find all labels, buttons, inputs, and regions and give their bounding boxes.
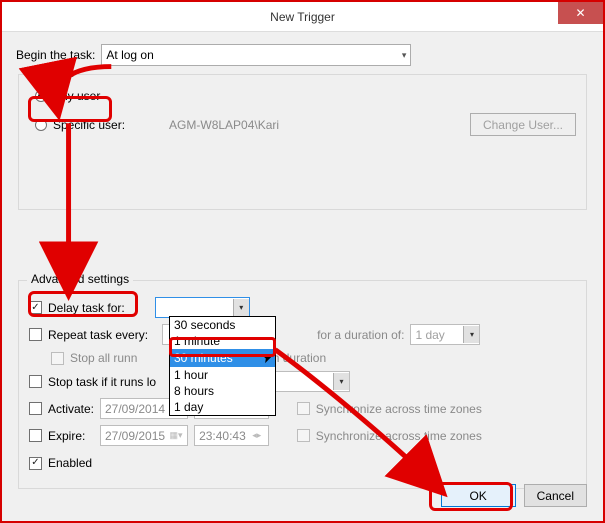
list-item[interactable]: 30 seconds — [170, 317, 275, 333]
delay-task-checkbox[interactable] — [29, 301, 42, 314]
chevron-down-icon: ▾ — [463, 326, 479, 343]
begin-task-row: Begin the task: At log on ▾ — [16, 44, 589, 66]
enabled-checkbox[interactable] — [29, 457, 42, 470]
duration-combo: 1 day ▾ — [410, 324, 480, 345]
activate-sync-checkbox — [297, 402, 310, 415]
settings-group: Settings Any user Specific user: AGM-W8L… — [18, 74, 587, 210]
delay-task-combo[interactable]: ▾ — [155, 297, 250, 318]
change-user-button: Change User... — [470, 113, 576, 136]
stop-if-longer-checkbox[interactable] — [29, 375, 42, 388]
list-item[interactable]: 1 day — [170, 399, 275, 415]
ok-button[interactable]: OK — [441, 484, 516, 507]
expire-date-input: 27/09/2015 ▦▾ — [100, 425, 188, 446]
expire-time-input: 23:40:43 ◂▸ — [194, 425, 269, 446]
chevron-down-icon: ▾ — [402, 50, 407, 61]
expire-label: Expire: — [48, 429, 100, 443]
calendar-icon: ▦▾ — [169, 430, 183, 441]
title-bar: New Trigger ✕ — [2, 2, 603, 32]
stop-all-running-frag-a: Stop all runn — [70, 351, 137, 365]
begin-task-select[interactable]: At log on ▾ — [101, 44, 411, 66]
activate-row: Activate: 27/09/2014 ▦▾ 23:40:43 ◂▸ Sync… — [29, 398, 576, 419]
cancel-button[interactable]: Cancel — [524, 484, 587, 507]
list-item[interactable]: 8 hours — [170, 383, 275, 399]
delay-task-dropdown-list[interactable]: 30 seconds 1 minute 30 minutes ➤ 1 hour … — [169, 316, 276, 416]
any-user-radio-row[interactable]: Any user — [35, 89, 576, 103]
repeat-task-checkbox[interactable] — [29, 328, 42, 341]
dialog-buttons: OK Cancel — [441, 484, 587, 507]
activate-sync-label: Synchronize across time zones — [316, 402, 482, 416]
activate-checkbox[interactable] — [29, 402, 42, 415]
repeat-task-row: Repeat task every: ▾ for a duration of: … — [29, 324, 576, 345]
cursor-icon: ➤ — [260, 349, 276, 368]
stop-all-running-checkbox — [51, 352, 64, 365]
settings-legend: Settings — [27, 66, 78, 80]
expire-sync-checkbox — [297, 429, 310, 442]
radio-icon — [35, 90, 47, 102]
expire-checkbox[interactable] — [29, 429, 42, 442]
list-item[interactable]: 1 minute — [170, 333, 275, 349]
specific-user-value: AGM-W8LAP04\Kari — [169, 118, 470, 132]
stop-if-longer-label: Stop task if it runs lo — [48, 375, 156, 389]
window-title: New Trigger — [270, 10, 335, 24]
spinner-icon: ◂▸ — [250, 430, 264, 441]
expire-sync-label: Synchronize across time zones — [316, 429, 482, 443]
duration-label: for a duration of: — [317, 328, 404, 342]
window-body: Begin the task: At log on ▾ Settings Any… — [2, 32, 603, 521]
advanced-legend: Advanced settings — [27, 272, 133, 286]
activate-label: Activate: — [48, 402, 100, 416]
stop-if-longer-combo: ▾ — [272, 371, 350, 392]
expire-row: Expire: 27/09/2015 ▦▾ 23:40:43 ◂▸ Synchr… — [29, 425, 576, 446]
specific-user-radio-row[interactable]: Specific user: AGM-W8LAP04\Kari Change U… — [35, 113, 576, 136]
delay-task-label: Delay task for: — [48, 301, 125, 315]
advanced-settings-group: Advanced settings Delay task for: ▾ Repe… — [18, 280, 587, 489]
list-item[interactable]: 30 minutes ➤ — [170, 349, 275, 367]
list-item[interactable]: 1 hour — [170, 367, 275, 383]
enabled-label: Enabled — [48, 456, 92, 470]
enabled-row: Enabled — [29, 456, 576, 470]
close-button[interactable]: ✕ — [558, 2, 603, 24]
stop-all-running-row: Stop all runn etition duration — [51, 351, 576, 365]
repeat-task-label: Repeat task every: — [48, 328, 148, 342]
begin-task-label: Begin the task: — [16, 48, 95, 62]
begin-task-value: At log on — [106, 48, 153, 62]
stop-if-longer-row: Stop task if it runs lo ▾ — [29, 371, 576, 392]
specific-user-label: Specific user: — [53, 118, 125, 132]
new-trigger-window: New Trigger ✕ Begin the task: At log on … — [0, 0, 605, 523]
chevron-down-icon: ▾ — [233, 299, 249, 316]
any-user-label: Any user — [53, 89, 100, 103]
radio-icon — [35, 119, 47, 131]
close-icon: ✕ — [575, 6, 585, 20]
chevron-down-icon: ▾ — [333, 373, 349, 390]
delay-task-row: Delay task for: ▾ — [29, 297, 576, 318]
